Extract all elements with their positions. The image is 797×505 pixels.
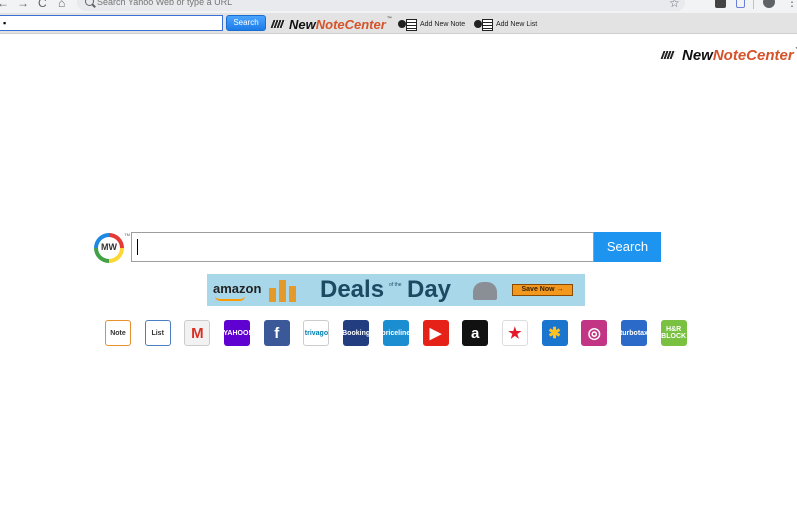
extension-icon[interactable]: [715, 0, 726, 8]
profile-icon[interactable]: [763, 0, 775, 8]
main-search-button[interactable]: Search: [594, 232, 661, 262]
amazon-deals-banner[interactable]: amazon Deals of the Day Save Now →: [207, 274, 585, 306]
address-bar[interactable]: [77, 0, 685, 11]
mw-logo: MW TM: [94, 232, 130, 263]
instagram-link-label: ◎: [587, 324, 601, 342]
amazon-link[interactable]: a: [462, 320, 489, 346]
turbotax-link[interactable]: turbotax: [620, 320, 647, 346]
turbotax-link-label: turbotax: [620, 329, 647, 337]
trivago-link[interactable]: trivago: [303, 320, 330, 346]
note-gear-icon: [398, 18, 417, 31]
logo-text-notecenter: NoteCenter: [315, 16, 386, 32]
logo-text-new: New: [289, 16, 316, 32]
toolbar-search-button[interactable]: Search: [226, 15, 266, 31]
back-icon[interactable]: ←: [0, 0, 9, 9]
gift-box-icon: [269, 288, 276, 302]
add-new-list-label: Add New List: [496, 20, 538, 28]
robot-vacuum-icon: [473, 282, 497, 300]
toolbar-logo[interactable]: New NoteCenter ™: [272, 16, 392, 32]
walmart-link-label: ✱: [548, 324, 561, 342]
priceline-link-label: priceline: [382, 329, 409, 337]
star-icon[interactable]: ☆: [669, 0, 680, 10]
amazon-link-label: a: [471, 324, 480, 342]
browser-chrome: ← → C ⌂ ☆ ⋮: [0, 0, 797, 13]
mw-logo-trademark: TM: [124, 232, 130, 237]
home-icon[interactable]: ⌂: [58, 0, 65, 9]
note-link[interactable]: Note: [105, 320, 131, 346]
youtube-link-label: ▶: [429, 324, 442, 342]
add-new-list-button[interactable]: Add New List: [474, 17, 537, 31]
facebook-link-label: f: [274, 324, 280, 342]
list-link-label: List: [151, 329, 164, 337]
banner-deals-text: Deals: [320, 276, 385, 303]
macys-link-label: ★: [508, 324, 522, 342]
pencil-icon: [272, 18, 286, 30]
quick-links-bar: Note List M YAHOO! f trivago Booking priceline ▶…: [105, 320, 700, 346]
main-search-input[interactable]: [131, 232, 594, 262]
instagram-link[interactable]: ◎: [581, 320, 608, 346]
macys-link[interactable]: ★: [501, 320, 528, 346]
gift-box-icon: [279, 280, 286, 302]
yahoo-link-label: YAHOO!: [224, 329, 251, 337]
menu-icon[interactable]: ⋮: [786, 0, 797, 9]
booking-link[interactable]: Booking: [343, 320, 370, 346]
logo-text-notecenter: NoteCenter: [712, 47, 794, 64]
logo-trademark: ™: [386, 16, 392, 22]
booking-link-label: Booking: [343, 329, 370, 337]
text-caret: [137, 239, 138, 255]
toolbar-search-input[interactable]: [0, 15, 223, 31]
yahoo-link[interactable]: YAHOO!: [224, 320, 251, 346]
youtube-link[interactable]: ▶: [422, 320, 449, 346]
banner-ofthe-text: of the: [389, 282, 402, 288]
save-now-button[interactable]: Save Now →: [512, 284, 573, 296]
pencil-icon: [662, 49, 679, 63]
walmart-link[interactable]: ✱: [541, 320, 568, 346]
extension-toolbar: Search New NoteCenter ™ Add New Note Add…: [0, 13, 797, 34]
facebook-link[interactable]: f: [263, 320, 290, 346]
hrblock-link-label: H&R BLOCK: [661, 326, 687, 340]
forward-icon[interactable]: →: [17, 0, 29, 9]
page-logo: New NoteCenter ™: [662, 47, 797, 64]
list-gear-icon: [474, 18, 493, 31]
address-input[interactable]: [97, 0, 657, 7]
search-icon: [85, 0, 94, 6]
gift-box-icon: [289, 286, 296, 302]
amazon-smile-icon: [215, 296, 245, 301]
banner-day-text: Day: [407, 276, 452, 303]
list-link[interactable]: List: [144, 320, 171, 346]
toolbar-divider: [753, 0, 754, 9]
reload-icon[interactable]: C: [38, 0, 47, 9]
trivago-link-label: trivago: [304, 329, 329, 337]
add-new-note-label: Add New Note: [420, 20, 466, 28]
logo-text-new: New: [682, 47, 713, 64]
priceline-link[interactable]: priceline: [382, 320, 409, 346]
gmail-link-label: M: [191, 324, 204, 342]
extension-icon[interactable]: [736, 0, 745, 8]
mw-logo-text: MW: [101, 242, 117, 252]
gmail-link[interactable]: M: [184, 320, 211, 346]
note-link-label: Note: [110, 329, 126, 337]
hrblock-link[interactable]: H&R BLOCK: [660, 320, 687, 346]
amazon-logo: amazon: [213, 281, 262, 296]
add-new-note-button[interactable]: Add New Note: [398, 17, 465, 31]
